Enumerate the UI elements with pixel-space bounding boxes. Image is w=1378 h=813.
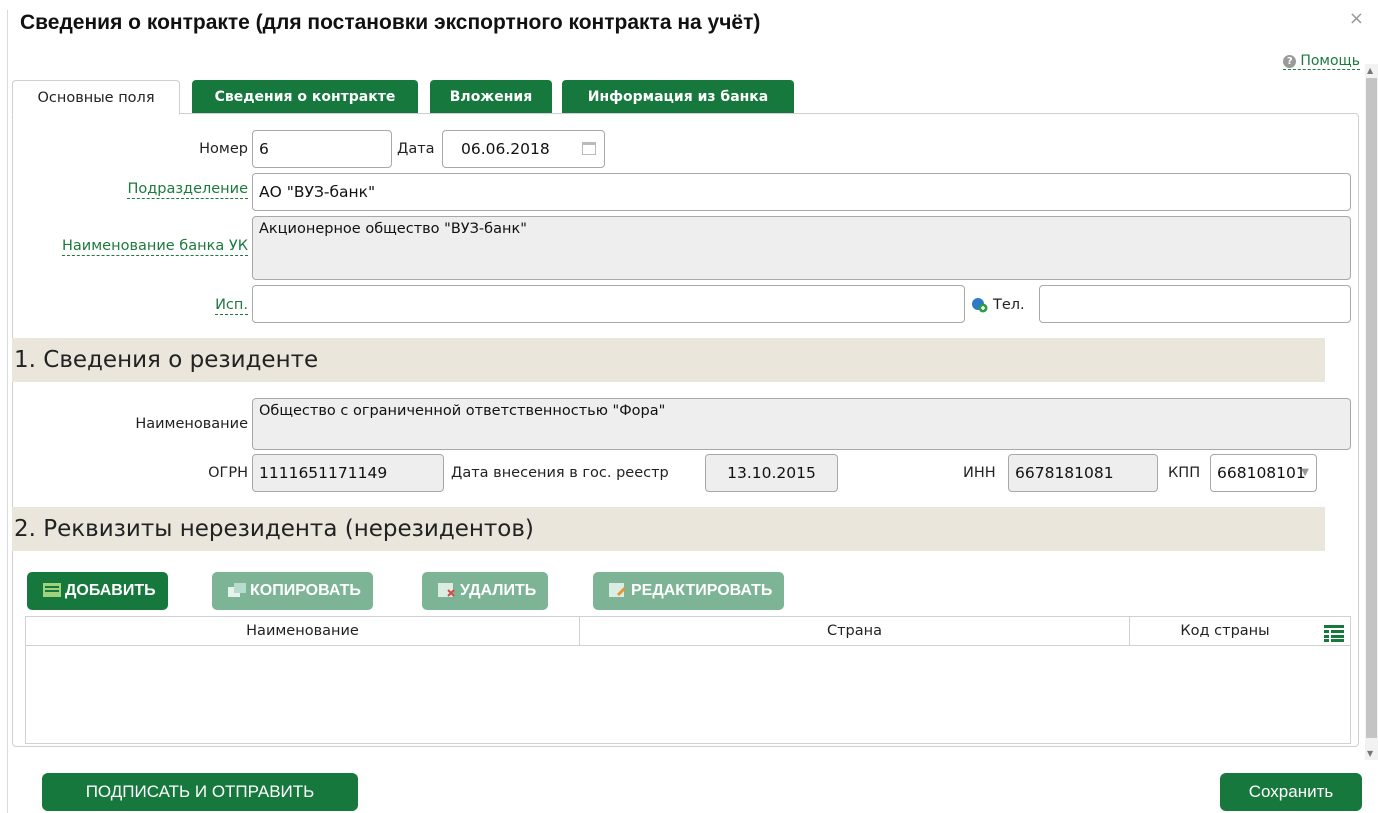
sign-and-send-button[interactable]: ПОДПИСАТЬ И ОТПРАВИТЬ [42,773,358,811]
edit-button[interactable]: РЕДАКТИРОВАТЬ [593,572,785,610]
scrollbar-thumb[interactable] [1366,78,1377,738]
resident-name-label: Наименование [135,416,248,432]
inn-field: 6678181081 [1008,454,1158,492]
tab-main-fields[interactable]: Основные поля [12,80,180,115]
ogrn-field: 1111651171149 [252,454,444,492]
executor-input[interactable] [252,285,965,323]
copy-icon [228,574,246,597]
help-link[interactable]: ? Помощь [1283,53,1360,70]
help-label: Помощь [1300,53,1360,69]
inn-label: ИНН [963,465,996,481]
delete-button[interactable]: УДАЛИТЬ [422,572,549,610]
phone-input[interactable] [1039,285,1351,323]
nonresident-table: Наименование Страна Код страны [25,616,1351,744]
dialog-title: Сведения о контракте (для постановки экс… [20,11,761,34]
kpp-value: 668108101 [1217,464,1306,482]
column-settings-icon[interactable] [1324,625,1344,642]
calendar-icon[interactable] [582,142,596,155]
column-header-name[interactable]: Наименование [26,617,579,645]
date-value: 06.06.2018 [461,140,550,158]
bank-name-link[interactable]: Наименование банка УК [62,238,248,256]
column-header-country-code[interactable]: Код страны [1130,617,1320,645]
section-nonresident: 2. Реквизиты нерезидента (нерезидентов) [12,507,1325,551]
number-input[interactable]: 6 [252,130,392,168]
delete-icon [438,574,456,597]
reg-date-label: Дата внесения в гос. реестр [451,465,669,481]
scroll-down-icon[interactable]: ▼ [1367,749,1373,758]
tab-contract-info[interactable]: Сведения о контракте [192,80,418,113]
dialog-border [7,10,8,813]
tab-attachments[interactable]: Вложения [430,80,552,113]
date-input[interactable]: 06.06.2018 [442,130,605,168]
table-header: Наименование Страна Код страны [26,617,1350,646]
ogrn-label: ОГРН [208,465,248,481]
help-icon: ? [1283,55,1297,68]
add-label: ДОБАВИТЬ [65,582,156,599]
phonebook-icon[interactable] [970,295,988,313]
delete-label: УДАЛИТЬ [460,582,537,599]
contract-dialog: Сведения о контракте (для постановки экс… [0,0,1378,813]
scroll-up-icon[interactable]: ▲ [1367,66,1373,75]
close-icon[interactable]: × [1349,8,1364,29]
resident-name-field: Общество с ограниченной ответственностью… [252,398,1351,450]
reg-date-field: 13.10.2015 [705,454,838,492]
kpp-select[interactable]: 668108101 ▼ [1210,454,1317,492]
phone-label: Тел. [993,297,1025,313]
edit-icon [609,574,627,597]
add-button[interactable]: ДОБАВИТЬ [27,572,168,610]
add-icon [43,574,61,597]
date-label: Дата [397,141,435,157]
vertical-scrollbar[interactable]: ▲ ▼ [1365,64,1378,760]
save-button[interactable]: Сохранить [1220,773,1362,811]
copy-label: КОПИРОВАТЬ [250,582,361,599]
bank-name-field: Акционерное общество "ВУЗ-банк" [252,216,1351,280]
copy-button[interactable]: КОПИРОВАТЬ [212,572,373,610]
executor-link[interactable]: Исп. [215,297,248,315]
number-label: Номер [199,141,248,157]
division-input[interactable]: АО "ВУЗ-банк" [252,173,1351,211]
tab-bank-info[interactable]: Информация из банка [562,80,794,113]
chevron-down-icon: ▼ [1301,467,1309,478]
division-link[interactable]: Подразделение [127,181,248,199]
section-resident: 1. Сведения о резиденте [12,338,1325,382]
edit-label: РЕДАКТИРОВАТЬ [631,582,773,599]
kpp-label: КПП [1168,465,1201,481]
column-header-country[interactable]: Страна [580,617,1129,645]
